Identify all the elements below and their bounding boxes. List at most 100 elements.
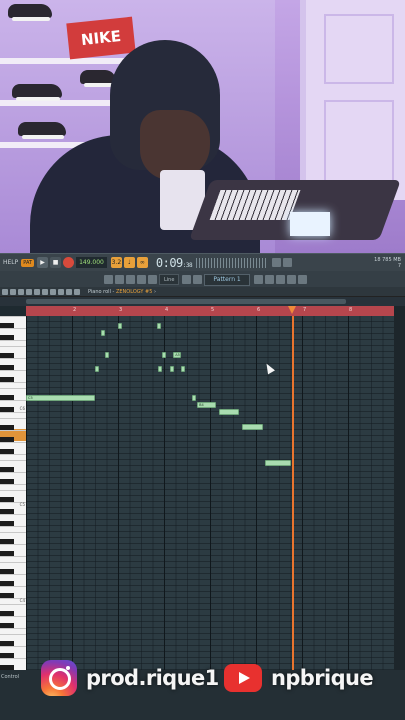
- bar-number: 3: [119, 307, 123, 313]
- stamp-tool-icon[interactable]: [74, 288, 80, 295]
- mute-tool-icon[interactable]: [26, 288, 32, 295]
- counter-a[interactable]: 3.2: [110, 257, 122, 268]
- midi-note[interactable]: [157, 322, 162, 329]
- white-key-edge: [0, 316, 26, 317]
- scroll-thumb[interactable]: [26, 299, 346, 304]
- delete-tool-icon[interactable]: [18, 288, 24, 295]
- white-key-edge: [0, 628, 26, 629]
- select-tool-icon[interactable]: [42, 288, 48, 295]
- draw-tool-icon[interactable]: [2, 288, 8, 295]
- help-menu[interactable]: HELP: [0, 259, 21, 266]
- midi-note[interactable]: [218, 409, 240, 416]
- webcam-feed: NIKE: [0, 0, 405, 253]
- bar-number: 2: [73, 307, 77, 313]
- mixer-icon[interactable]: [272, 258, 282, 267]
- pattern-icon[interactable]: [115, 275, 124, 284]
- note-grid[interactable]: A5 C5 B4: [26, 316, 394, 670]
- mixer-view-icon[interactable]: [286, 275, 296, 284]
- midi-note[interactable]: [105, 351, 110, 358]
- midi-note[interactable]: [242, 423, 263, 430]
- youtube-handle: npbrique: [271, 666, 374, 690]
- white-key-edge: [0, 346, 26, 347]
- midi-note[interactable]: [161, 351, 166, 358]
- midi-note[interactable]: A5: [173, 351, 182, 358]
- arrow-left-icon[interactable]: [182, 275, 192, 284]
- door: [300, 0, 405, 200]
- instagram-icon: [41, 660, 77, 696]
- midi-note[interactable]: C5: [26, 394, 95, 401]
- browser-icon[interactable]: [264, 275, 274, 284]
- white-key-edge: [0, 484, 26, 485]
- playlist-icon[interactable]: [126, 275, 135, 284]
- midi-note[interactable]: B4: [197, 402, 217, 408]
- white-key-edge: [0, 328, 26, 329]
- magnet-tool-icon[interactable]: [66, 288, 72, 295]
- white-key-edge: [0, 634, 26, 635]
- horizontal-scrollbar[interactable]: [0, 297, 405, 306]
- octave-label: C5: [19, 502, 25, 507]
- playback-tool-icon[interactable]: [58, 288, 64, 295]
- playhead-marker[interactable]: [288, 306, 296, 314]
- midi-note[interactable]: [170, 366, 175, 372]
- midi-note[interactable]: [101, 330, 106, 336]
- link-icon[interactable]: [148, 275, 157, 284]
- piano-roll-tools: [2, 288, 82, 295]
- arrow-right-icon[interactable]: [193, 275, 203, 284]
- octave-label: C6: [19, 406, 25, 411]
- midi-note[interactable]: [191, 394, 197, 401]
- stop-button[interactable]: ■: [50, 257, 62, 268]
- white-key-edge: [0, 442, 26, 443]
- bar-timeline[interactable]: 2 3 4 5 6 7 8: [26, 306, 394, 316]
- white-key-edge: [0, 556, 26, 557]
- keyboard-keys: [209, 190, 301, 220]
- play-button[interactable]: ▶: [37, 257, 49, 268]
- piano-roll-icon[interactable]: [253, 275, 263, 284]
- white-key-edge: [0, 430, 26, 431]
- plugin-icon[interactable]: [275, 275, 285, 284]
- white-key-edge: [0, 370, 26, 371]
- white-key-edge: [0, 358, 26, 359]
- paint-tool-icon[interactable]: [10, 288, 16, 295]
- piano-keyboard[interactable]: C6 C5 C4: [0, 316, 26, 670]
- cpu-memory: 18 785 MB 7: [374, 256, 401, 269]
- youtube-tag: npbrique: [224, 664, 374, 692]
- vertical-scrollbar[interactable]: [394, 306, 405, 670]
- tempo-display[interactable]: 149.000: [76, 257, 107, 268]
- octave-label: C4: [19, 598, 25, 603]
- piano-roll-title: Piano roll - ZENOLOGY #5 ›: [88, 288, 156, 295]
- slice-tool-icon[interactable]: [34, 288, 40, 295]
- white-key-edge: [0, 382, 26, 383]
- white-key-edge: [0, 412, 26, 413]
- playhead-line: [292, 316, 294, 720]
- snap-select[interactable]: Line: [159, 274, 180, 285]
- instagram-tag: prod.rique1: [41, 660, 219, 696]
- zoom-tool-icon[interactable]: [50, 288, 56, 295]
- midi-note[interactable]: [265, 459, 291, 466]
- white-key-edge: [0, 604, 26, 605]
- keyboard-icon[interactable]: [104, 275, 113, 284]
- waveform-monitor: [196, 257, 267, 268]
- pat-song-toggle[interactable]: PAT: [21, 258, 35, 267]
- white-key-edge: [0, 616, 26, 617]
- midi-note[interactable]: [118, 322, 122, 329]
- pattern-selector[interactable]: Pattern 1: [204, 273, 250, 286]
- daw-toolbar: HELP PAT ▶ ■ 149.000 3.2 ♩ ∞ 0:09:38 18 …: [0, 253, 405, 288]
- channel-rack-icon[interactable]: [283, 258, 293, 267]
- midi-note[interactable]: [95, 366, 100, 372]
- bar-number: 6: [257, 307, 261, 313]
- control-label: Control: [1, 674, 20, 680]
- magnet-icon[interactable]: [137, 275, 146, 284]
- white-key-edge: [0, 454, 26, 455]
- white-key-edge: [0, 646, 26, 647]
- piano-roll-header: Piano roll - ZENOLOGY #5 ›: [0, 287, 405, 297]
- midi-note[interactable]: [181, 366, 186, 372]
- record-button[interactable]: [63, 257, 75, 268]
- settings-icon[interactable]: [297, 275, 307, 284]
- loop-icon[interactable]: ∞: [136, 257, 148, 268]
- midi-note[interactable]: [158, 366, 163, 372]
- metronome-icon[interactable]: ♩: [123, 257, 135, 268]
- bar-number: 5: [211, 307, 215, 313]
- white-key-edge: [0, 418, 26, 419]
- white-key-edge: [0, 514, 26, 515]
- white-key-edge: [0, 658, 26, 659]
